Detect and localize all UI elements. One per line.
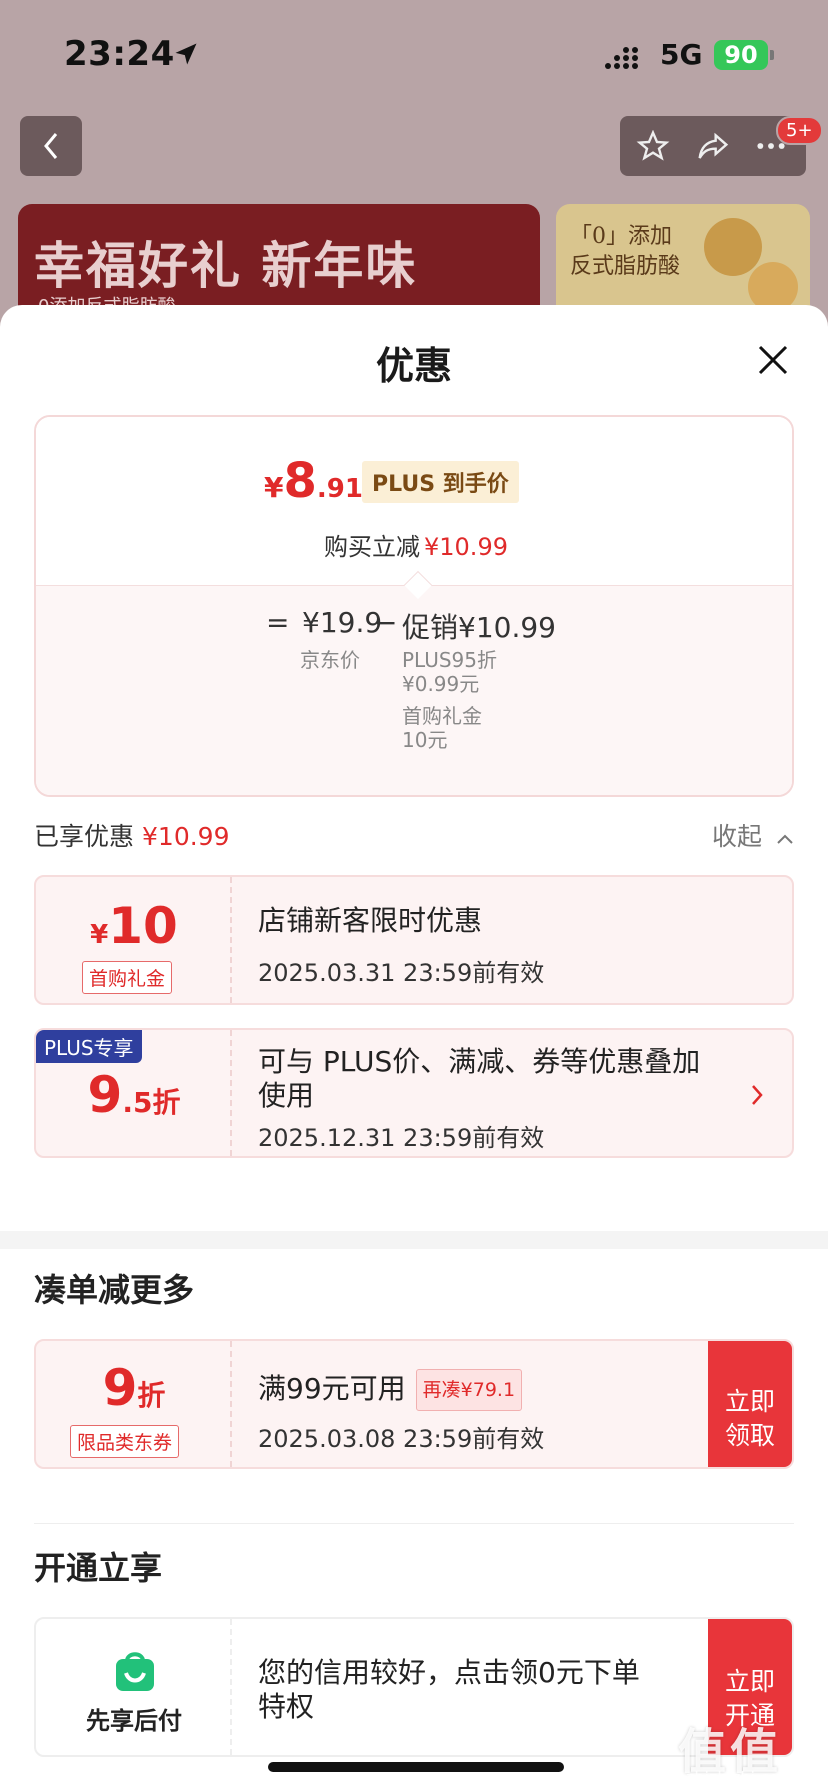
equals-sign: =	[266, 606, 290, 639]
coupon-amount: 10	[108, 897, 178, 955]
cookie-image	[704, 218, 762, 276]
collapse-button[interactable]: 收起	[712, 817, 794, 853]
pay-later-label: 先享后付	[86, 1707, 182, 1735]
more-discount-title: 凑单减更多	[34, 1271, 195, 1309]
watermark-url: zhizhizhi.com	[686, 1768, 795, 1787]
coupon-type-tag: 首购礼金	[82, 961, 173, 994]
chevron-left-icon	[44, 133, 58, 159]
coupon-discount-suffix: .5折	[122, 1086, 181, 1119]
message-badge: 5+	[776, 116, 823, 145]
discount-sheet: 优惠 ¥8.91 PLUS 到手价 购买立减 ¥10.99 = ¥19.9 − 促…	[0, 305, 828, 1792]
battery-icon: 90	[714, 40, 774, 70]
status-time: 23:24	[64, 34, 175, 74]
network-type: 5G	[660, 38, 703, 71]
price-currency: ¥	[264, 471, 284, 504]
signal-icon	[605, 47, 638, 69]
price-calculation: = ¥19.9 − 促销¥10.99 京东价 PLUS95折 ¥0.99元 首购…	[36, 585, 792, 795]
first-gift-label: 首购礼金	[402, 704, 482, 728]
collapse-label: 收起	[712, 822, 763, 851]
coupon-category: 9折 限品类东券 满99元可用 再凑¥79.1 2025.03.08 23:59前…	[34, 1339, 794, 1469]
coupon-discount-suffix: 折	[137, 1379, 166, 1412]
add-more-tag: 再凑¥79.1	[415, 1369, 523, 1411]
price-decimal: .91	[316, 474, 363, 504]
coupon-expiry: 2025.03.08 23:59前有效	[258, 1425, 545, 1453]
credit-text-line1: 您的信用较好，点击领0元下单	[258, 1656, 640, 1689]
plus-discount-amount: ¥0.99元	[402, 672, 480, 696]
claim-line1: 立即	[724, 1387, 775, 1416]
enjoyed-text: 已享优惠	[34, 822, 135, 851]
coupon-type-tag: 限品类东券	[70, 1425, 180, 1458]
divider	[34, 1523, 794, 1524]
reduction-amount: ¥10.99	[424, 533, 508, 561]
plus-exclusive-flag: PLUS专享	[36, 1030, 142, 1063]
enjoyed-amount: ¥10.99	[142, 822, 230, 851]
back-button[interactable]	[20, 116, 82, 176]
banner-title: 幸福好礼 新年味	[34, 237, 418, 295]
reduction-label: 购买立减	[324, 533, 420, 561]
star-icon[interactable]	[636, 130, 670, 162]
coupon-discount-int: 9	[102, 1359, 138, 1417]
section-divider	[0, 1231, 828, 1249]
plus-discount-label: PLUS95折	[402, 648, 497, 672]
promo-total: 促销¥10.99	[402, 611, 556, 644]
enjoyed-discount-row: 已享优惠 ¥10.99 收起	[34, 817, 794, 857]
pay-later-block: 先享后付	[36, 1619, 232, 1755]
price-integer: 8	[283, 453, 317, 509]
coupon-condition-text: 满99元可用	[258, 1372, 406, 1405]
claim-line2: 领取	[724, 1421, 775, 1450]
coupon-condition: 满99元可用 再凑¥79.1	[258, 1369, 523, 1411]
coupon-first-purchase: ¥10 首购礼金 店铺新客限时优惠 2025.03.31 23:59前有效	[34, 875, 794, 1005]
location-arrow-icon	[175, 43, 197, 65]
jd-price: ¥19.9	[302, 606, 383, 639]
coupon-value: ¥10	[36, 897, 232, 955]
coupon-title: 店铺新客限时优惠	[258, 904, 483, 937]
background-page: 23:24 5G 90 5+ 幸福好礼 新年味 0添加反式脂肪酸 「0」添加 反…	[0, 0, 828, 330]
home-indicator	[268, 1762, 564, 1772]
banner2-line2: 反式脂肪酸	[570, 254, 681, 279]
chevron-right-icon	[752, 1085, 763, 1105]
sheet-title: 优惠	[375, 344, 452, 388]
final-price: ¥8.91	[264, 453, 363, 509]
credit-text-line2: 特权	[258, 1690, 315, 1723]
first-gift-amount: 10元	[402, 728, 448, 752]
close-icon[interactable]	[756, 343, 790, 377]
activate-line1: 立即	[724, 1667, 775, 1696]
claim-button[interactable]: 立即 领取	[708, 1341, 792, 1467]
price-breakdown-card: ¥8.91 PLUS 到手价 购买立减 ¥10.99 = ¥19.9 − 促销¥1…	[34, 415, 794, 797]
shopping-bag-icon	[116, 1652, 154, 1691]
plus-price-tag: PLUS 到手价	[362, 461, 519, 503]
jd-price-label: 京东价	[300, 648, 360, 672]
coupon-value-block: 9折 限品类东券	[36, 1341, 232, 1467]
instant-reduction: 购买立减 ¥10.99	[36, 527, 792, 562]
status-bar: 23:24 5G 90	[0, 0, 828, 110]
chevron-up-icon	[777, 834, 793, 844]
coupon-title-line1: 可与 PLUS价、满减、券等优惠叠加	[258, 1045, 701, 1078]
coupon-discount-int: 9	[87, 1066, 123, 1124]
coupon-value: 9.5折	[36, 1066, 232, 1124]
coupon-expiry: 2025.12.31 23:59前有效	[258, 1124, 545, 1152]
coupon-plus-exclusive[interactable]: 9.5折 PLUS专享 可与 PLUS价、满减、券等优惠叠加 使用 2025.1…	[34, 1028, 794, 1158]
coupon-title-line2: 使用	[258, 1079, 315, 1112]
minus-sign: −	[374, 606, 398, 639]
coupon-value: 9折	[36, 1359, 232, 1417]
price-summary: ¥8.91 PLUS 到手价 购买立减 ¥10.99	[36, 417, 792, 585]
banner2-line1: 「0」添加	[570, 224, 672, 249]
coupon-currency: ¥	[90, 920, 109, 950]
open-now-title: 开通立享	[34, 1549, 163, 1587]
coupon-value-block: ¥10 首购礼金	[36, 877, 232, 1003]
share-icon[interactable]	[696, 130, 730, 162]
enjoyed-label: 已享优惠 ¥10.99	[34, 817, 230, 853]
coupon-expiry: 2025.03.31 23:59前有效	[258, 959, 545, 987]
